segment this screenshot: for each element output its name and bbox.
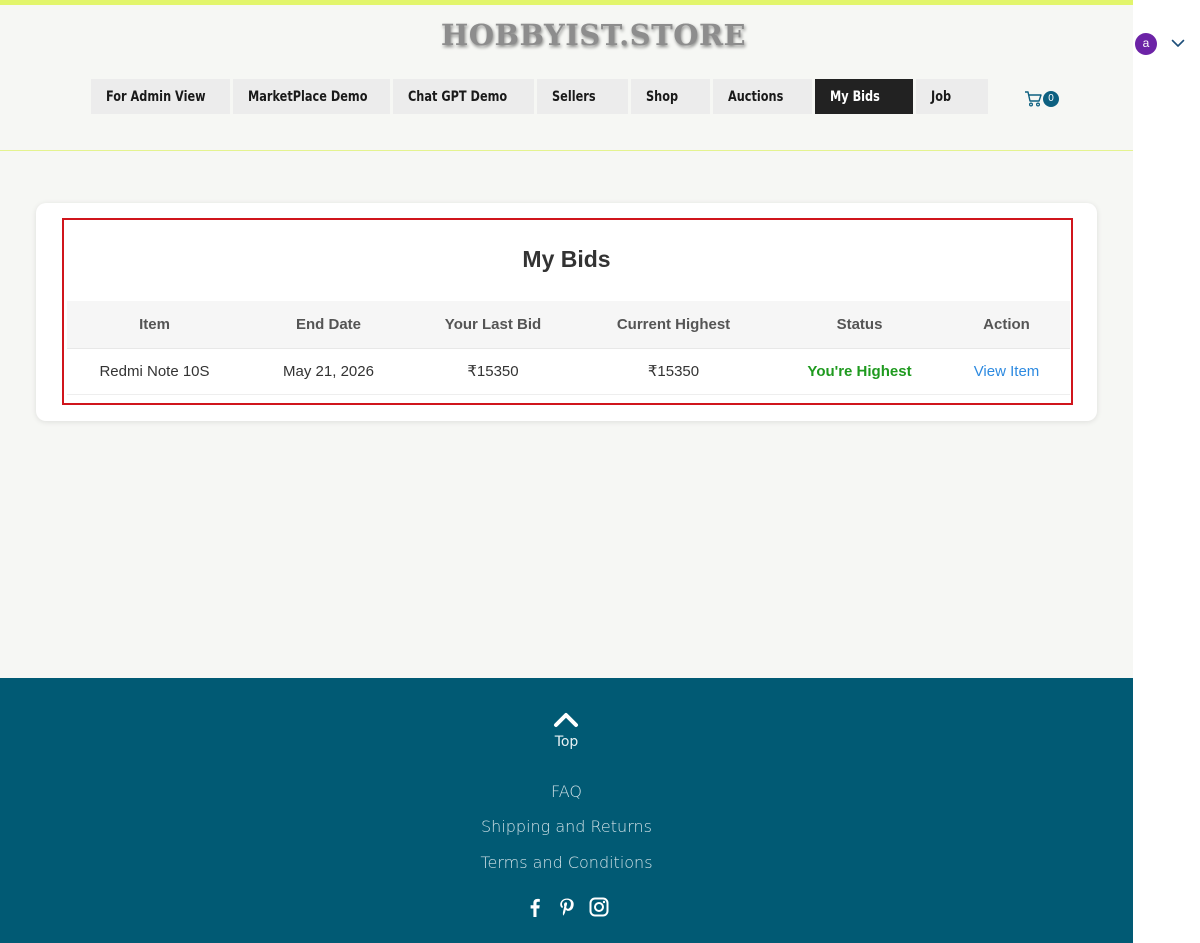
site-logo[interactable]: HOBBYIST.STORE xyxy=(0,18,1133,52)
nav-item-label: Shop xyxy=(646,88,679,105)
nav-item-label: For Admin View xyxy=(106,88,206,105)
user-avatar[interactable]: a xyxy=(1135,33,1157,55)
nav-item-label: Auctions xyxy=(728,88,784,105)
header-divider xyxy=(0,150,1133,151)
nav-item-job[interactable]: Job xyxy=(916,79,988,114)
nav-item-label: MarketPlace Demo xyxy=(248,88,368,105)
column-header-status: Status xyxy=(776,301,943,349)
social-links xyxy=(524,896,610,918)
pinterest-icon[interactable] xyxy=(556,896,578,918)
footer-link-row: Terms and Conditions xyxy=(0,853,1133,872)
nav-item-chat-gpt-demo[interactable]: Chat GPT Demo xyxy=(393,79,534,114)
instagram-icon[interactable] xyxy=(588,896,610,918)
table-row: Redmi Note 10S May 21, 2026 ₹15350 ₹1535… xyxy=(67,348,1070,395)
view-item-link[interactable]: View Item xyxy=(943,348,1070,395)
nav-item-auctions[interactable]: Auctions xyxy=(713,79,812,114)
site-page: HOBBYIST.STORE For Admin View MarketPlac… xyxy=(0,0,1133,943)
nav-item-label: My Bids xyxy=(830,88,880,105)
nav-item-shop[interactable]: Shop xyxy=(631,79,710,114)
cell-item: Redmi Note 10S xyxy=(67,348,242,395)
facebook-icon[interactable] xyxy=(524,896,546,918)
nav-item-marketplace-demo[interactable]: MarketPlace Demo xyxy=(233,79,390,114)
nav-item-label: Sellers xyxy=(552,88,596,105)
column-header-your-last-bid: Your Last Bid xyxy=(415,301,571,349)
status-badge: You're Highest xyxy=(776,348,943,395)
page-title: My Bids xyxy=(522,246,611,272)
cell-end-date: May 21, 2026 xyxy=(242,348,415,395)
nav-item-for-admin-view[interactable]: For Admin View xyxy=(91,79,230,114)
back-to-top-link[interactable]: Top xyxy=(0,734,1133,750)
cell-current-highest: ₹15350 xyxy=(571,348,776,395)
chevron-up-icon[interactable] xyxy=(553,710,579,728)
footer-link-row: FAQ xyxy=(0,782,1133,801)
cell-your-last-bid: ₹15350 xyxy=(415,348,571,395)
footer-link-terms[interactable]: Terms and Conditions xyxy=(480,853,652,872)
column-header-action: Action xyxy=(943,301,1070,349)
chevron-down-icon[interactable] xyxy=(1171,37,1185,49)
footer-link-shipping[interactable]: Shipping and Returns xyxy=(481,817,652,836)
footer-link-row: Shipping and Returns xyxy=(0,817,1133,836)
nav-item-my-bids[interactable]: My Bids xyxy=(815,79,913,114)
back-to-top-label: Top xyxy=(554,734,579,750)
nav-item-label: Job xyxy=(931,88,952,105)
column-header-current-highest: Current Highest xyxy=(571,301,776,349)
footer-link-faq[interactable]: FAQ xyxy=(551,782,582,801)
column-header-item: Item xyxy=(67,301,242,349)
nav-item-label: Chat GPT Demo xyxy=(408,88,508,105)
main-navigation: For Admin View MarketPlace Demo Chat GPT… xyxy=(91,79,991,114)
top-accent-strip xyxy=(0,0,1133,5)
table-header-row: Item End Date Your Last Bid Current High… xyxy=(67,301,1070,349)
nav-item-sellers[interactable]: Sellers xyxy=(537,79,628,114)
cart-count-badge: 0 xyxy=(1043,91,1059,107)
bids-table: Item End Date Your Last Bid Current High… xyxy=(67,301,1070,395)
shopping-cart-icon xyxy=(1025,91,1042,107)
column-header-end-date: End Date xyxy=(242,301,415,349)
cart-button[interactable]: 0 xyxy=(1024,89,1064,109)
